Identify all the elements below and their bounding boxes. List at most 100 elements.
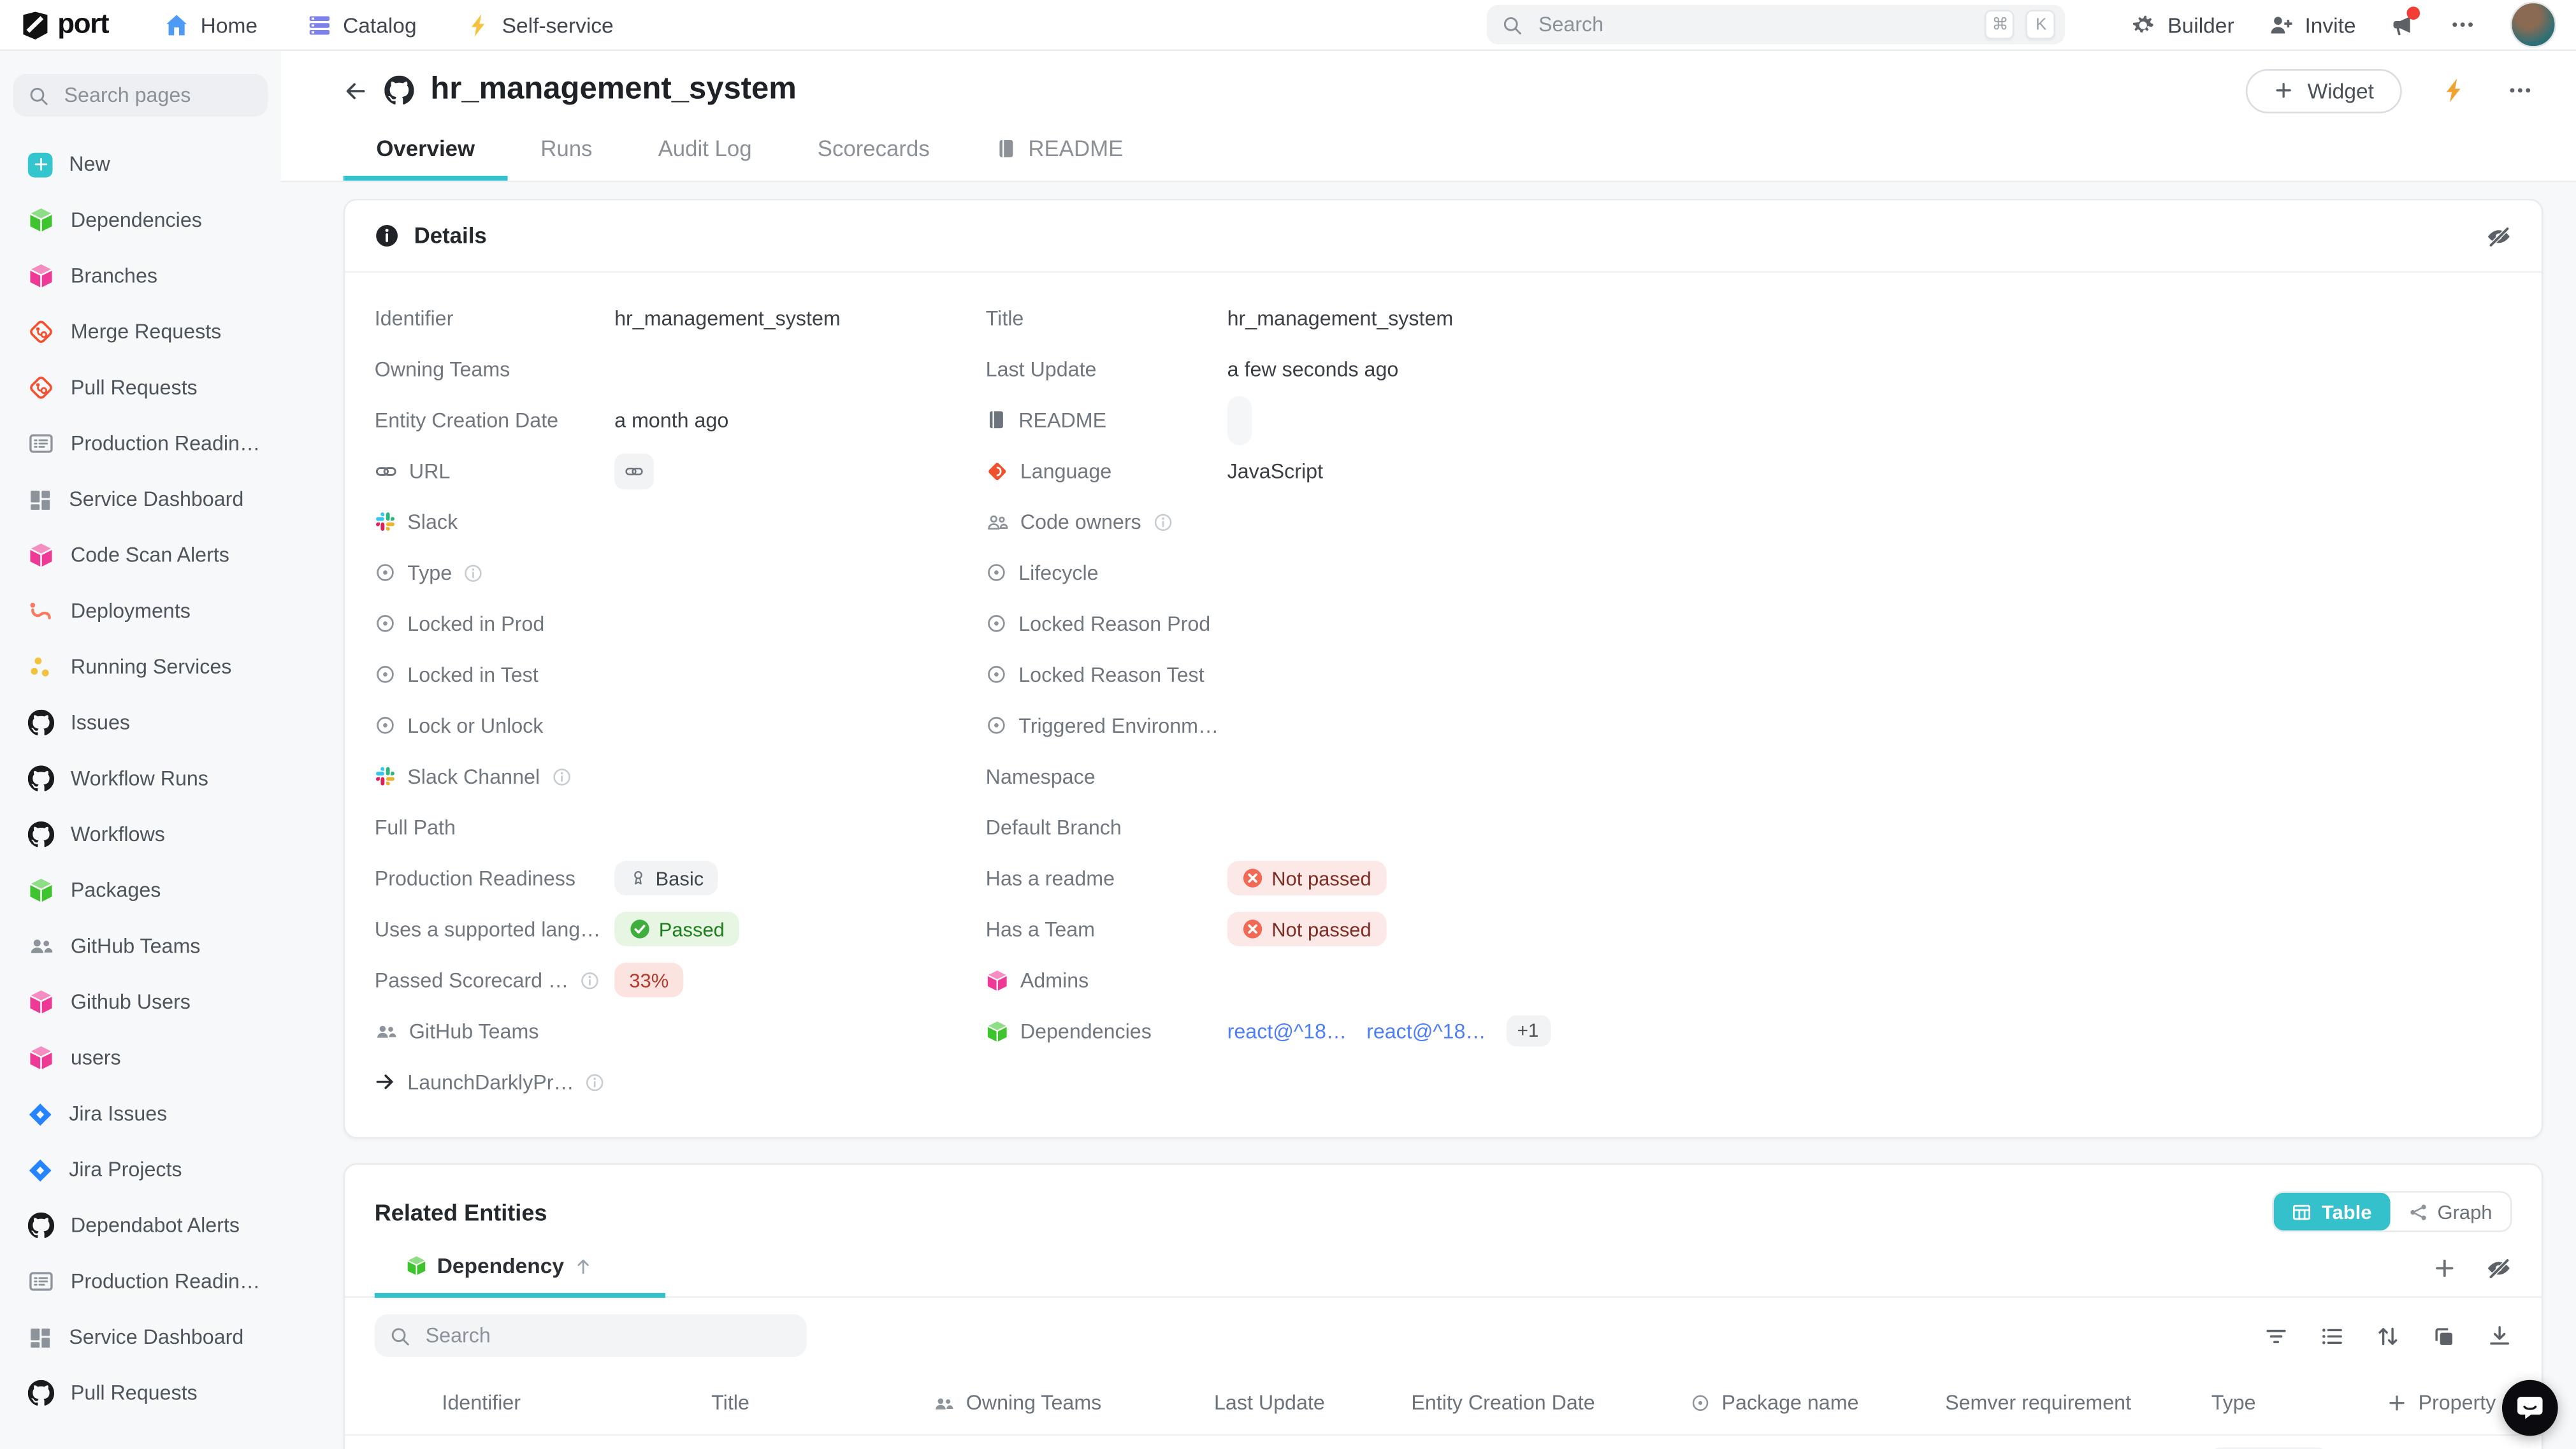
sidebar-item-deployments[interactable]: Deployments bbox=[13, 583, 268, 639]
group-by-icon[interactable] bbox=[2320, 1323, 2345, 1348]
info-tooltip-icon[interactable] bbox=[463, 563, 483, 582]
sidebar-item-github-teams[interactable]: GitHub Teams bbox=[13, 918, 268, 974]
detail-row-type: Type bbox=[375, 547, 986, 598]
sidebar-item-dependencies[interactable]: Dependencies bbox=[13, 192, 268, 249]
sidebar-item-service-dashboard[interactable]: Service Dashboard bbox=[13, 472, 268, 528]
table-search-input[interactable] bbox=[422, 1322, 792, 1348]
sidebar-item-pull-requests-2[interactable]: Pull Requests bbox=[13, 1365, 268, 1421]
sidebar-item-label: Code Scan Alerts bbox=[71, 544, 229, 566]
sidebar-item-code-scan-alerts[interactable]: Code Scan Alerts bbox=[13, 528, 268, 584]
detail-row-slack-channel: Slack Channel bbox=[375, 751, 986, 802]
url-link-chip[interactable] bbox=[614, 452, 654, 489]
info-tooltip-icon[interactable] bbox=[551, 767, 571, 786]
sidebar-item-jira-projects[interactable]: Jira Projects bbox=[13, 1142, 268, 1198]
git-request-icon bbox=[28, 375, 54, 401]
sidebar-item-workflow-runs[interactable]: Workflow Runs bbox=[13, 751, 268, 807]
detail-row-slack: Slack bbox=[375, 496, 986, 547]
column-header-entity-creation-date[interactable]: Entity Creation Date bbox=[1411, 1392, 1690, 1415]
info-tooltip-icon[interactable] bbox=[586, 1072, 605, 1092]
user-avatar[interactable] bbox=[2510, 2, 2556, 48]
sidebar-item-dependabot-alerts[interactable]: Dependabot Alerts bbox=[13, 1198, 268, 1254]
column-header-title[interactable]: Title bbox=[711, 1392, 933, 1415]
sidebar-item-merge-requests[interactable]: Merge Requests bbox=[13, 304, 268, 360]
check-circle-icon bbox=[629, 918, 651, 940]
nav-item-self-service[interactable]: Self-service bbox=[466, 12, 614, 37]
sidebar-item-users[interactable]: users bbox=[13, 1030, 268, 1086]
global-search[interactable]: ⌘ K bbox=[1487, 5, 2066, 45]
plus-icon bbox=[28, 152, 53, 177]
entity-more-menu-icon[interactable] bbox=[2507, 77, 2533, 103]
announcements-button[interactable] bbox=[2391, 12, 2415, 37]
filter-icon[interactable] bbox=[2264, 1323, 2289, 1348]
dependency-link[interactable]: react@^18… bbox=[1227, 1020, 1347, 1042]
table-row[interactable]: mongodb_caret_… mongodb@… an hour ago 2 … bbox=[345, 1436, 2542, 1449]
tab-overview[interactable]: Overview bbox=[344, 128, 508, 181]
info-tooltip-icon[interactable] bbox=[580, 970, 600, 990]
column-header-semver-requirement[interactable]: Semver requirement bbox=[1945, 1392, 2211, 1415]
dependency-link[interactable]: react@^18… bbox=[1366, 1020, 1486, 1042]
port-logo[interactable]: port bbox=[20, 8, 108, 41]
builder-button[interactable]: Builder bbox=[2132, 12, 2234, 37]
tab-runs[interactable]: Runs bbox=[508, 128, 625, 181]
nav-item-home[interactable]: Home bbox=[164, 12, 257, 37]
column-header-type[interactable]: Type bbox=[2211, 1392, 2387, 1415]
info-icon bbox=[375, 224, 400, 249]
copy-icon[interactable] bbox=[2431, 1323, 2456, 1348]
sort-asc-icon[interactable] bbox=[574, 1256, 593, 1276]
circle-dot-icon bbox=[375, 664, 396, 686]
detail-row-lock-or-unlock: Lock or Unlock bbox=[375, 700, 986, 751]
add-widget-button[interactable]: Widget bbox=[2245, 68, 2402, 113]
invite-label: Invite bbox=[2305, 12, 2355, 37]
sidebar-search[interactable] bbox=[13, 74, 268, 117]
nav-self-service-label: Self-service bbox=[502, 12, 614, 37]
more-dependencies-chip[interactable]: +1 bbox=[1506, 1015, 1551, 1046]
sort-icon[interactable] bbox=[2375, 1323, 2400, 1348]
add-relation-icon[interactable] bbox=[2433, 1257, 2456, 1280]
sidebar-item-branches[interactable]: Branches bbox=[13, 248, 268, 304]
graph-view-button[interactable]: Graph bbox=[2390, 1193, 2510, 1230]
actions-lightning-icon[interactable] bbox=[2442, 77, 2468, 103]
download-icon[interactable] bbox=[2487, 1323, 2512, 1348]
related-tabs: Dependency bbox=[345, 1253, 2542, 1298]
table-view-button[interactable]: Table bbox=[2274, 1193, 2390, 1230]
app-window: port Home Catalog Self-service ⌘ K Build… bbox=[0, 0, 2576, 1449]
add-property-button[interactable]: Property bbox=[2387, 1392, 2512, 1415]
list-card-icon bbox=[28, 1268, 54, 1294]
sidebar-item-production-readiness-2[interactable]: Production Readin… bbox=[13, 1253, 268, 1309]
sidebar-item-new[interactable]: New bbox=[13, 136, 268, 192]
sidebar-item-jira-issues[interactable]: Jira Issues bbox=[13, 1086, 268, 1142]
invite-button[interactable]: Invite bbox=[2269, 12, 2356, 37]
sidebar-item-packages[interactable]: Packages bbox=[13, 863, 268, 919]
chat-widget-button[interactable] bbox=[2502, 1380, 2558, 1436]
column-header-package-name[interactable]: Package name bbox=[1691, 1392, 1946, 1415]
sidebar-search-input[interactable] bbox=[61, 82, 253, 108]
column-header-last-update[interactable]: Last Update bbox=[1214, 1392, 1411, 1415]
sidebar-item-issues[interactable]: Issues bbox=[13, 695, 268, 751]
sidebar-item-github-users[interactable]: Github Users bbox=[13, 974, 268, 1030]
global-search-input[interactable] bbox=[1535, 11, 1974, 38]
table-search[interactable] bbox=[375, 1315, 807, 1357]
page-title: hr_management_system bbox=[430, 72, 796, 108]
hide-empty-values-icon[interactable] bbox=[2486, 222, 2512, 249]
sidebar-item-production-readiness[interactable]: Production Readin… bbox=[13, 415, 268, 472]
sidebar-item-pull-requests[interactable]: Pull Requests bbox=[13, 360, 268, 416]
hide-empty-columns-icon[interactable] bbox=[2486, 1255, 2512, 1281]
sidebar-item-workflows[interactable]: Workflows bbox=[13, 807, 268, 863]
sidebar-item-running-services[interactable]: Running Services bbox=[13, 639, 268, 695]
tab-scorecards[interactable]: Scorecards bbox=[785, 128, 962, 181]
column-header-owning-teams[interactable]: Owning Teams bbox=[933, 1392, 1214, 1415]
circle-dot-icon bbox=[375, 613, 396, 635]
back-button[interactable] bbox=[344, 78, 368, 103]
info-tooltip-icon[interactable] bbox=[1153, 512, 1173, 531]
tab-readme[interactable]: README bbox=[962, 128, 1156, 181]
nav-item-catalog[interactable]: Catalog bbox=[307, 12, 416, 37]
tab-audit-log[interactable]: Audit Log bbox=[625, 128, 785, 181]
detail-label: Admins bbox=[1020, 969, 1089, 991]
column-header-identifier[interactable]: Identifier bbox=[375, 1392, 711, 1415]
tab-dependency[interactable]: Dependency bbox=[375, 1253, 666, 1298]
detail-label: Code owners bbox=[1020, 510, 1141, 533]
more-menu-icon[interactable] bbox=[2449, 11, 2475, 38]
detail-label: Production Readiness bbox=[375, 867, 575, 890]
graph-view-label: Graph bbox=[2438, 1200, 2493, 1223]
sidebar-item-service-dashboard-2[interactable]: Service Dashboard bbox=[13, 1309, 268, 1366]
